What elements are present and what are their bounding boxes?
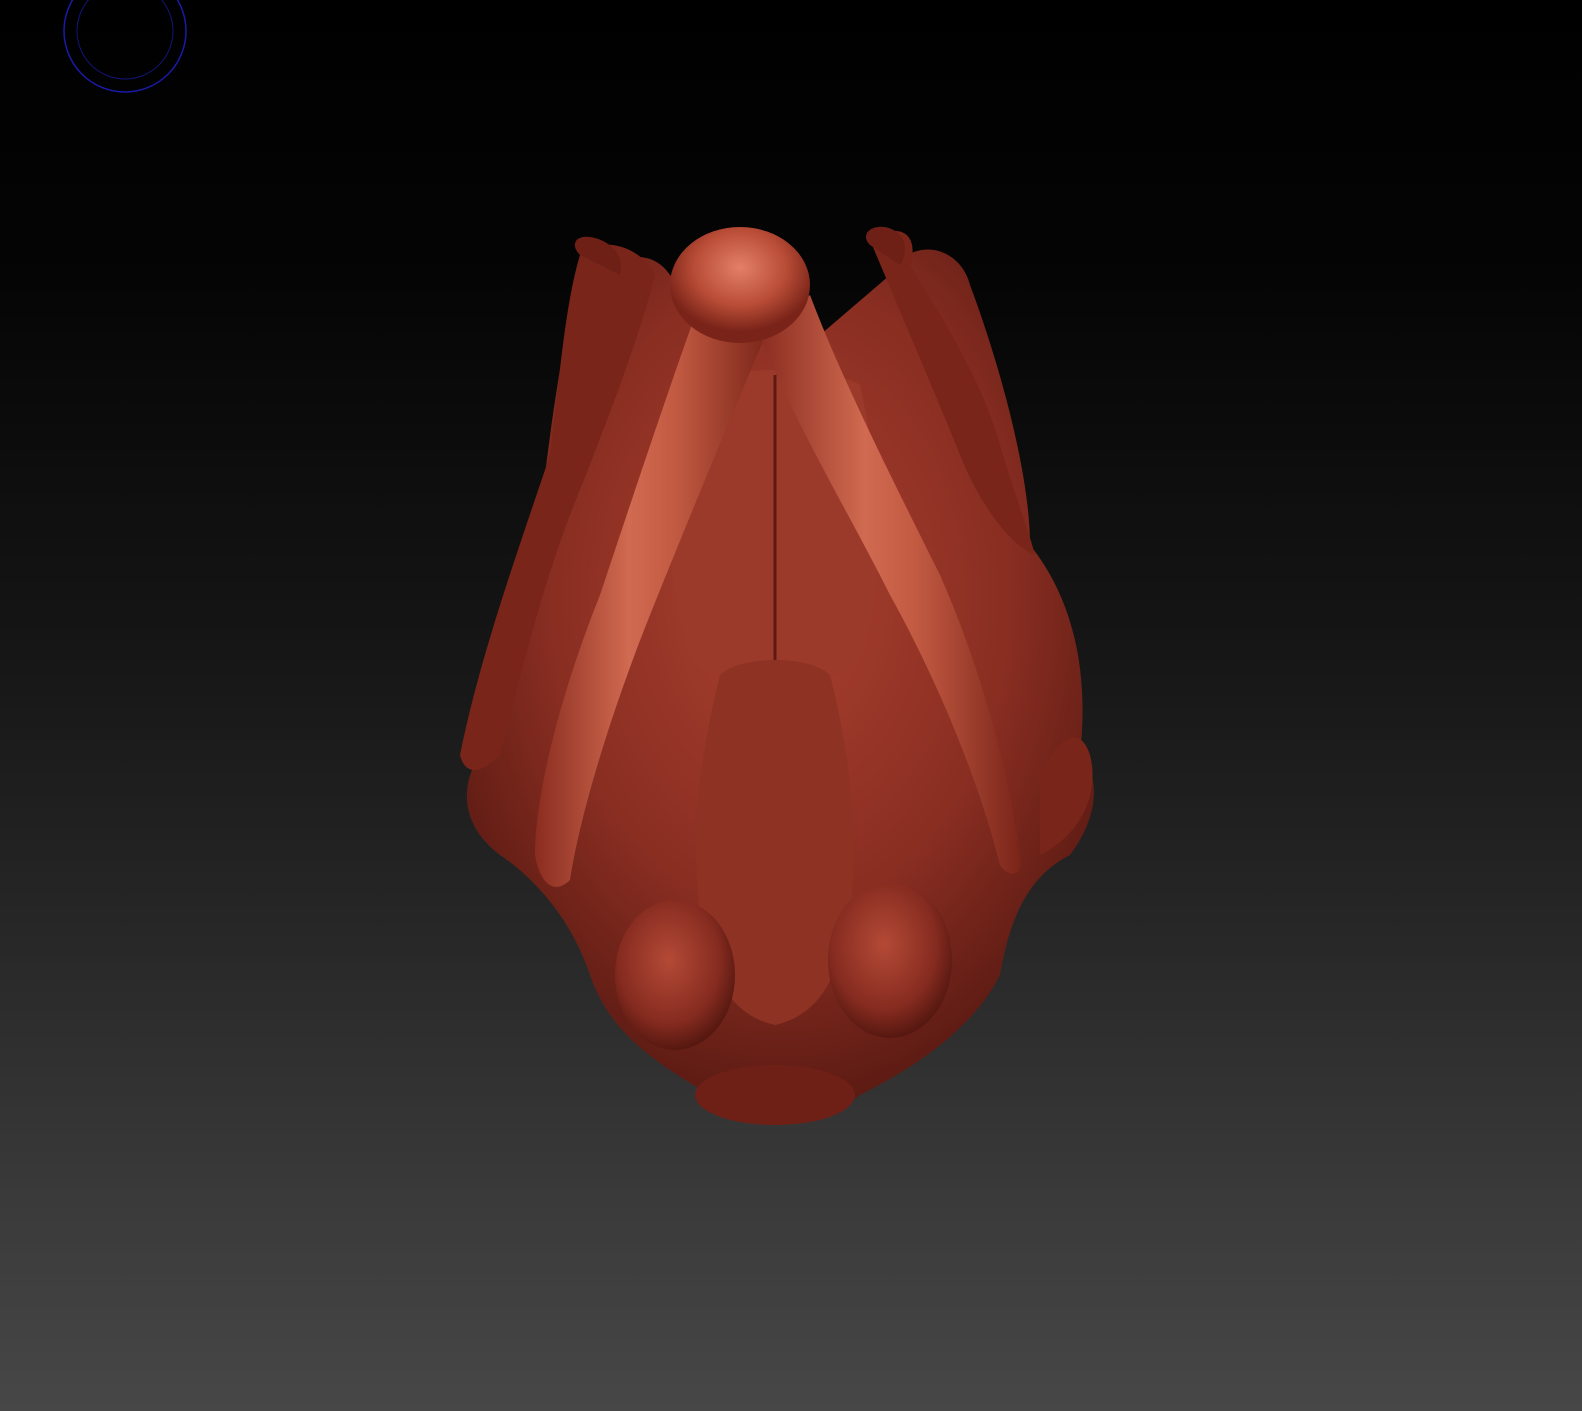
skull-mesh-model[interactable]	[440, 215, 1120, 1145]
right-bulla	[828, 882, 952, 1038]
left-bulla	[615, 900, 735, 1050]
brush-circle-icon	[63, 0, 187, 93]
3d-canvas-viewport[interactable]	[0, 0, 1582, 1411]
rostral-dome	[670, 227, 810, 343]
